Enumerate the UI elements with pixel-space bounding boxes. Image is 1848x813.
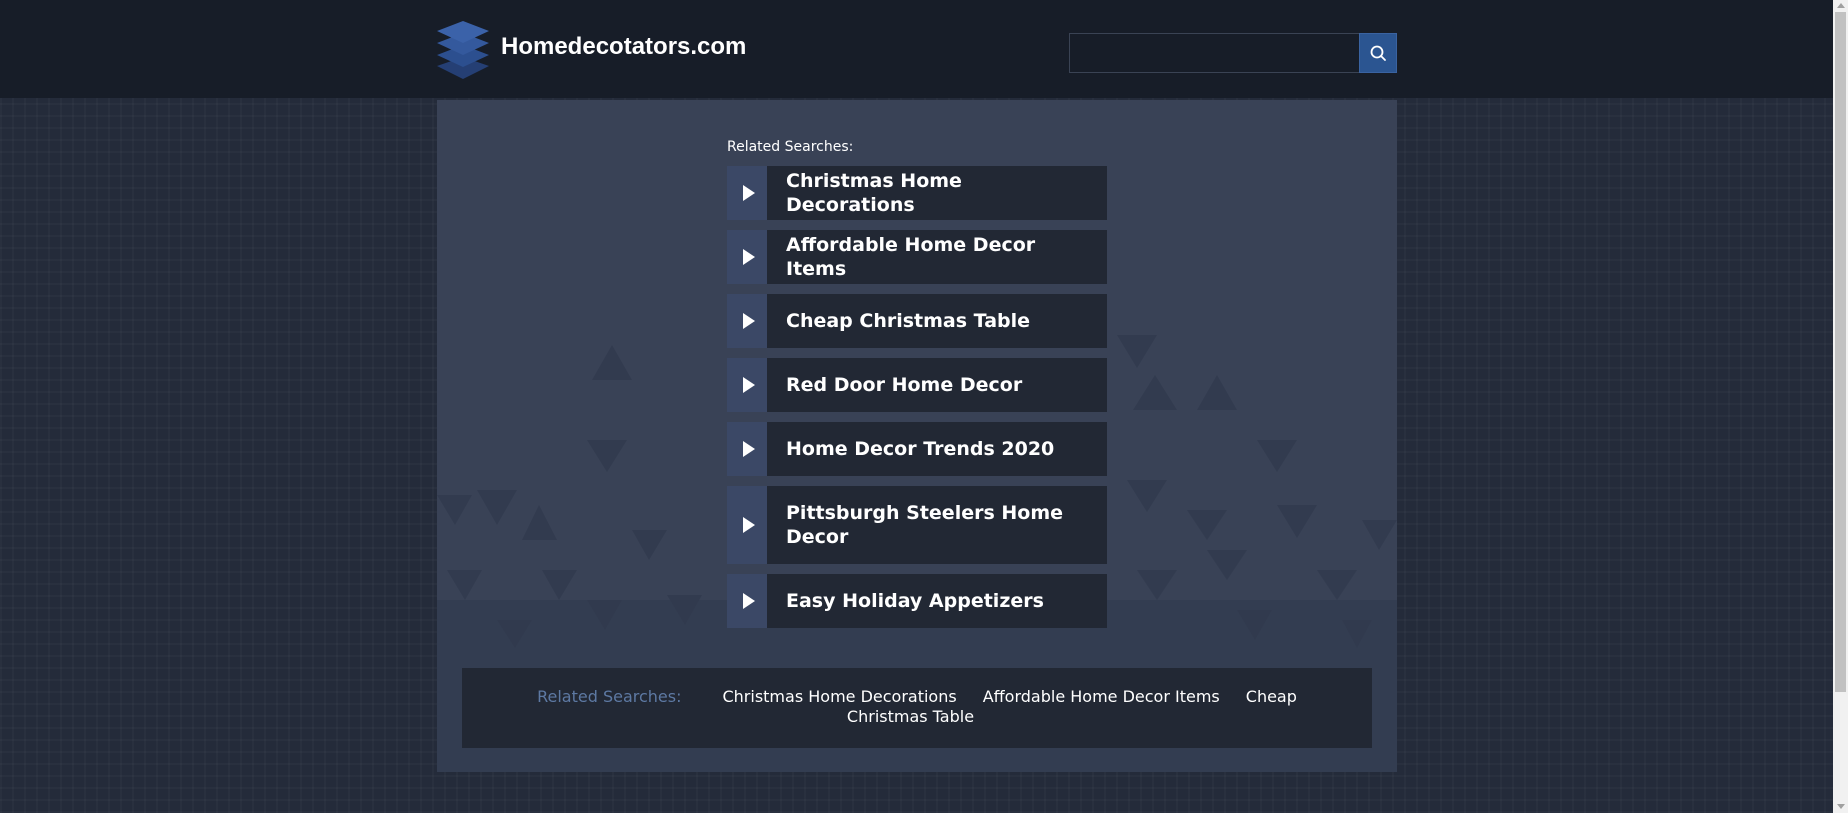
result-label: Pittsburgh Steelers Home Decor (786, 502, 1064, 548)
site-header: Homedecotators.com (0, 0, 1848, 98)
scroll-up-icon[interactable] (1837, 3, 1845, 8)
play-arrow-icon (727, 358, 767, 412)
content-panel: Related Searches: Christmas Home Decorat… (437, 100, 1397, 772)
footer-link-christmas-home-decorations[interactable]: Christmas Home Decorations (722, 687, 956, 706)
play-arrow-icon (727, 574, 767, 628)
footer-related-heading: Related Searches: (537, 687, 682, 706)
play-arrow-icon (727, 294, 767, 348)
search-icon (1370, 45, 1386, 61)
footer-related-searches: Related Searches: Christmas Home Decorati… (462, 668, 1372, 748)
result-item-christmas-home-decorations[interactable]: Christmas Home Decorations (727, 166, 1107, 220)
stacked-layers-icon[interactable] (435, 19, 491, 81)
result-item-red-door-home-decor[interactable]: Red Door Home Decor (727, 358, 1107, 412)
search-input[interactable] (1069, 33, 1359, 73)
scroll-down-icon[interactable] (1837, 804, 1845, 809)
result-item-pittsburgh-steelers-home-decor[interactable]: Pittsburgh Steelers Home Decor (727, 486, 1107, 564)
result-label: Home Decor Trends 2020 (786, 438, 1055, 460)
result-label: Christmas Home Decorations (786, 170, 962, 216)
result-label: Red Door Home Decor (786, 374, 1023, 396)
result-label: Easy Holiday Appetizers (786, 590, 1044, 612)
result-label: Affordable Home Decor Items (786, 234, 1036, 280)
result-item-home-decor-trends-2020[interactable]: Home Decor Trends 2020 (727, 422, 1107, 476)
play-arrow-icon (727, 422, 767, 476)
result-label: Cheap Christmas Table (786, 310, 1031, 332)
result-item-affordable-home-decor-items[interactable]: Affordable Home Decor Items (727, 230, 1107, 284)
play-arrow-icon (727, 230, 767, 284)
site-title[interactable]: Homedecotators.com (501, 33, 746, 61)
play-arrow-icon (727, 166, 767, 220)
footer-link-affordable-home-decor-items[interactable]: Affordable Home Decor Items (983, 687, 1220, 706)
result-item-easy-holiday-appetizers[interactable]: Easy Holiday Appetizers (727, 574, 1107, 628)
related-searches-heading: Related Searches: (727, 139, 854, 155)
scrollbar-thumb[interactable] (1835, 12, 1846, 692)
search-button[interactable] (1359, 33, 1397, 73)
play-arrow-icon (727, 486, 767, 564)
result-item-cheap-christmas-table[interactable]: Cheap Christmas Table (727, 294, 1107, 348)
